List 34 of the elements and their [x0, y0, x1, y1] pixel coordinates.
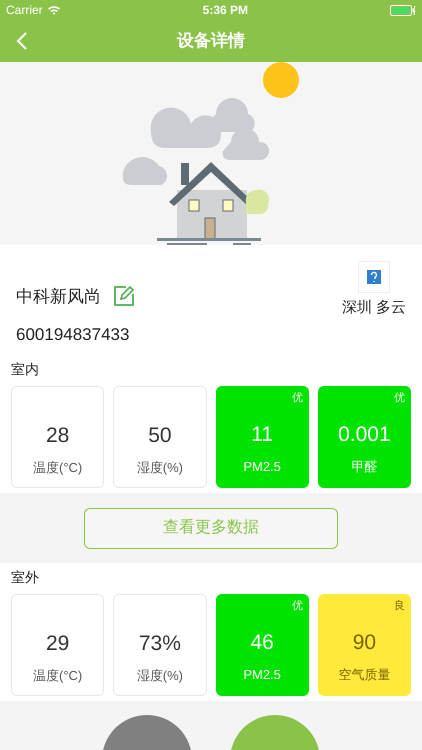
tile-label: PM2.5 [243, 458, 281, 476]
tile-value: 50 [148, 423, 172, 449]
tile-value: 46 [250, 630, 274, 656]
section-title: 室内 [10, 360, 40, 378]
tile-value: 90 [352, 630, 376, 656]
back-icon [16, 31, 28, 51]
tile-label: 湿度(%) [136, 667, 183, 685]
tile-label: 空气质量 [338, 666, 390, 684]
grade-label: 优 [292, 599, 303, 614]
carrier-label: Carrier [6, 2, 43, 19]
clock-label: 5:36 PM [202, 2, 250, 19]
section-title: 室外 [10, 568, 40, 586]
weather-text: 深圳 多云 [342, 298, 406, 318]
tile-label: 湿度(%) [136, 459, 183, 477]
grade-label: 优 [292, 391, 303, 406]
tile-value: 0.001 [338, 422, 391, 448]
tile-value: 73% [138, 631, 181, 657]
grade-label: 良 [394, 598, 405, 614]
tile-label: 甲醛 [351, 458, 378, 476]
tile-label: 温度(°C) [33, 459, 82, 477]
more-data-button[interactable]: 查看更多数据 [84, 508, 338, 548]
page-title: 设备详情 [177, 30, 245, 52]
tile-label: 温度(°C) [33, 667, 82, 685]
grade-label: 优 [394, 391, 405, 406]
battery-icon [390, 4, 416, 16]
tile-value: 28 [46, 423, 70, 449]
device-id: 600194837433 [15, 324, 130, 346]
wifi-icon [46, 5, 61, 15]
tile-value: 11 [251, 422, 274, 448]
edit-icon[interactable] [113, 285, 135, 308]
device-name: 中科新风尚 [16, 286, 101, 308]
tile-label: PM2.5 [243, 666, 281, 684]
tile-value: 29 [46, 631, 70, 657]
weather-icon [358, 261, 390, 293]
